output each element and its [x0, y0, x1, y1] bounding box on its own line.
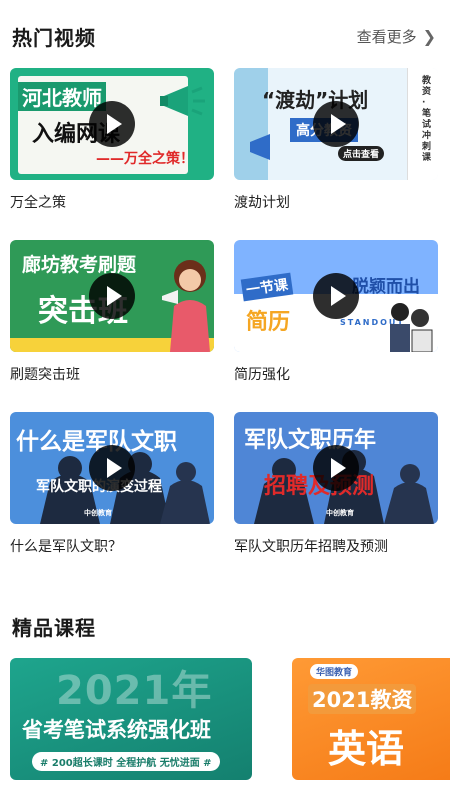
megaphone-icon	[250, 134, 270, 160]
play-icon[interactable]	[313, 101, 359, 147]
video-card[interactable]: 廊坊教考刷题 突击班 刷题突击班	[10, 240, 214, 384]
course-line: 2021年	[56, 668, 213, 714]
video-caption[interactable]: 刷题突击班	[10, 364, 214, 384]
video-caption[interactable]: 什么是军队文职？	[10, 536, 214, 556]
video-caption[interactable]: 军队文职历年招聘及预测	[234, 536, 438, 556]
courses-carousel[interactable]: 2021年 省考笔试系统强化班 # 200超长课时 全程护航 无忧进面 # 华图…	[10, 658, 450, 780]
video-thumbnail[interactable]: 廊坊教考刷题 突击班	[10, 240, 214, 352]
video-caption[interactable]: 渡劫计划	[234, 192, 438, 212]
video-card[interactable]: 什么是军队文职 军队文职的演变过程 中创教育 什么是军队文职？	[10, 412, 214, 556]
thumb-line: 廊坊教考刷题	[22, 254, 137, 276]
video-card[interactable]: 河北教师 入编网课 ——万全之策！ 万全之策	[10, 68, 214, 212]
chevron-right-icon: ❯	[422, 27, 436, 46]
play-icon[interactable]	[89, 101, 135, 147]
video-card[interactable]: 军队文职历年 招聘及预测 中创教育 军队文职历年招聘及预测	[234, 412, 438, 556]
person-illustration	[162, 260, 210, 352]
course-card[interactable]: 2021年 省考笔试系统强化班 # 200超长课时 全程护航 无忧进面 #	[10, 658, 252, 780]
thumb-line: 脱颖而出	[352, 277, 420, 297]
video-caption[interactable]: 简历强化	[234, 364, 438, 384]
video-card[interactable]: 一节课 脱颖而出 简历 STANDOUT 简历强化	[234, 240, 438, 384]
hot-videos-title: 热门视频	[12, 26, 96, 50]
thumb-line: ——万全之策！	[96, 151, 194, 167]
video-card[interactable]: “渡劫”计划 高分教资 点击查看 教资·笔试冲刺课 渡劫计划	[234, 68, 438, 212]
video-thumbnail[interactable]: 什么是军队文职 军队文职的演变过程 中创教育	[10, 412, 214, 524]
thumb-line: 军队文职历年	[244, 428, 377, 453]
video-thumbnail[interactable]: 军队文职历年 招聘及预测 中创教育	[234, 412, 438, 524]
thumb-line: 点击查看	[338, 146, 385, 161]
video-thumbnail[interactable]: 一节课 脱颖而出 简历 STANDOUT	[234, 240, 438, 352]
thumb-line: 教资·笔试冲刺课	[422, 76, 432, 163]
people-illustration	[390, 303, 433, 352]
course-line: 英语	[328, 727, 405, 771]
play-icon[interactable]	[89, 273, 135, 319]
play-icon[interactable]	[89, 445, 135, 491]
thumb-brand: 中创教育	[84, 509, 112, 517]
video-thumbnail[interactable]: 河北教师 入编网课 ——万全之策！	[10, 68, 214, 180]
hot-videos-header: 热门视频 查看更多 ❯	[12, 22, 436, 51]
courses-title: 精品课程	[12, 616, 96, 640]
course-line: 省考笔试系统强化班	[22, 718, 211, 742]
view-more-link[interactable]: 查看更多 ❯	[357, 26, 436, 47]
thumb-line: 河北教师	[18, 82, 106, 111]
view-more-label: 查看更多	[356, 28, 417, 46]
megaphone-icon	[160, 86, 205, 116]
course-card[interactable]: 华图教育 2021教资 英语	[292, 658, 450, 780]
thumb-brand: 中创教育	[326, 509, 354, 517]
video-caption[interactable]: 万全之策	[10, 192, 214, 212]
thumb-line: 简历	[246, 310, 291, 335]
course-line: 2021教资	[308, 684, 417, 714]
course-brand: 华图教育	[310, 664, 359, 679]
course-line: # 200超长课时 全程护航 无忧进面 #	[32, 752, 220, 771]
play-icon[interactable]	[313, 445, 359, 491]
video-thumbnail[interactable]: “渡劫”计划 高分教资 点击查看 教资·笔试冲刺课	[234, 68, 438, 180]
play-icon[interactable]	[313, 273, 359, 319]
courses-header: 精品课程	[12, 612, 436, 641]
